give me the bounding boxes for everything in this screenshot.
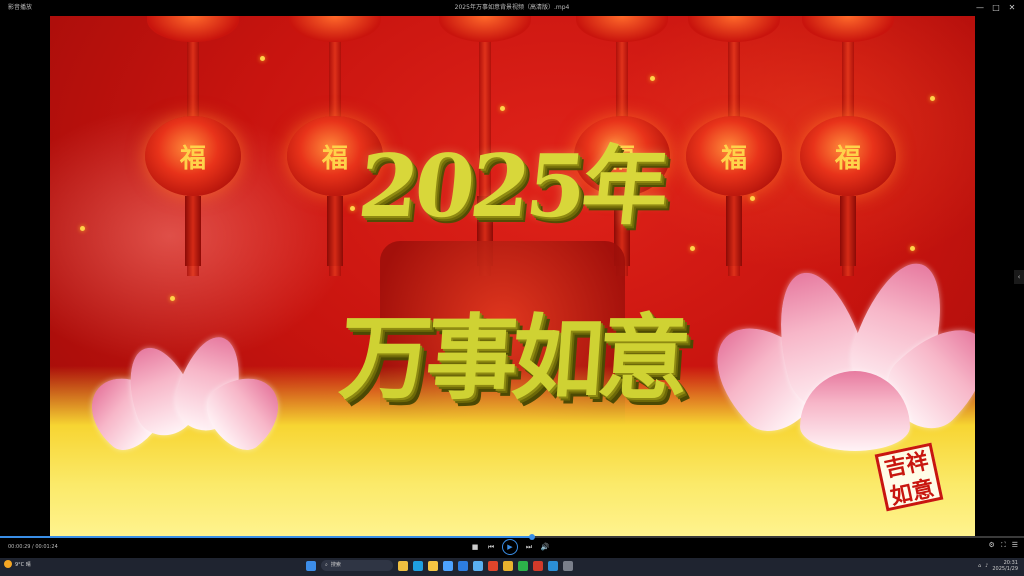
maximize-button[interactable]: □ <box>988 0 1004 16</box>
player-right-controls: ⚙ ⛶ ☰ <box>989 541 1018 550</box>
wish-title: 万事如意 <box>336 304 688 412</box>
widgets-icon[interactable] <box>398 560 408 571</box>
sparkle <box>500 106 505 111</box>
music-icon[interactable] <box>533 560 543 571</box>
transport-controls: ■ ⏮ ▶ ⏭ 🔊 <box>470 539 550 555</box>
store-icon[interactable] <box>443 560 453 571</box>
windows-start-icon[interactable] <box>306 560 316 571</box>
taskbar-apps: ⌕ 搜索 <box>306 560 573 571</box>
search-icon: ⌕ <box>325 562 328 568</box>
photos-icon[interactable] <box>473 560 483 571</box>
clock-date: 2025/1/29 <box>992 566 1018 572</box>
player-controls: 00:00:29 / 00:01:24 ■ ⏮ ▶ ⏭ 🔊 ⚙ ⛶ ☰ <box>0 534 1024 558</box>
close-button[interactable]: ✕ <box>1004 0 1020 16</box>
sun-icon <box>4 560 12 568</box>
next-button[interactable]: ⏭ <box>524 543 534 552</box>
previous-button[interactable]: ⏮ <box>486 543 496 552</box>
side-panel-toggle[interactable]: ‹ <box>1014 270 1024 284</box>
play-button[interactable]: ▶ <box>502 539 518 555</box>
settings-icon[interactable]: ⚙ <box>989 541 995 550</box>
media-icon[interactable] <box>488 560 498 571</box>
edge-icon[interactable] <box>413 560 423 571</box>
explorer-icon[interactable] <box>428 560 438 571</box>
year-title: 2025年 <box>353 136 670 237</box>
stop-button[interactable]: ■ <box>470 543 480 551</box>
mail-icon[interactable] <box>458 560 468 571</box>
settings-icon[interactable] <box>563 560 573 571</box>
sparkle <box>650 76 655 81</box>
progress-fill <box>0 536 533 538</box>
weather-widget[interactable]: 9°C 晴 <box>4 560 31 568</box>
chrome-icon[interactable] <box>503 560 513 571</box>
fullscreen-icon[interactable]: ⛶ <box>1001 541 1006 550</box>
taskbar: 9°C 晴 ⌕ 搜索 ⌂ ♪ 20:31 2025/1/29 <box>0 558 1024 576</box>
volume-icon[interactable]: 🔊 <box>540 543 550 551</box>
weather-text: 9°C 晴 <box>15 561 31 568</box>
time-readout: 00:00:29 / 00:01:24 <box>8 544 58 550</box>
sparkle <box>690 246 695 251</box>
network-icon[interactable]: ⌂ <box>978 563 981 569</box>
progress-bar[interactable] <box>0 534 1024 540</box>
window-controls: — □ ✕ <box>972 0 1020 16</box>
sparkle <box>910 246 915 251</box>
window-title: 2025年万事如意背景视频（高清版）.mp4 <box>454 4 570 11</box>
playlist-icon[interactable]: ☰ <box>1012 541 1018 550</box>
search-placeholder: 搜索 <box>330 562 341 568</box>
video-frame[interactable]: 福 福 福 福 福 2025年 万事如意 吉祥 如意 <box>50 16 975 536</box>
speaker-icon[interactable]: ♪ <box>985 563 988 569</box>
window-titlebar: 影音播放 2025年万事如意背景视频（高清版）.mp4 — □ ✕ <box>0 0 1024 16</box>
clock[interactable]: 20:31 2025/1/29 <box>992 560 1018 572</box>
taskbar-search[interactable]: ⌕ 搜索 <box>321 560 393 571</box>
sparkle <box>260 56 265 61</box>
qq-icon[interactable] <box>548 560 558 571</box>
system-tray: ⌂ ♪ 20:31 2025/1/29 <box>978 560 1018 572</box>
red-seal-stamp: 吉祥 如意 <box>874 442 944 512</box>
minimize-button[interactable]: — <box>972 0 988 16</box>
sparkle <box>930 96 935 101</box>
wechat-icon[interactable] <box>518 560 528 571</box>
